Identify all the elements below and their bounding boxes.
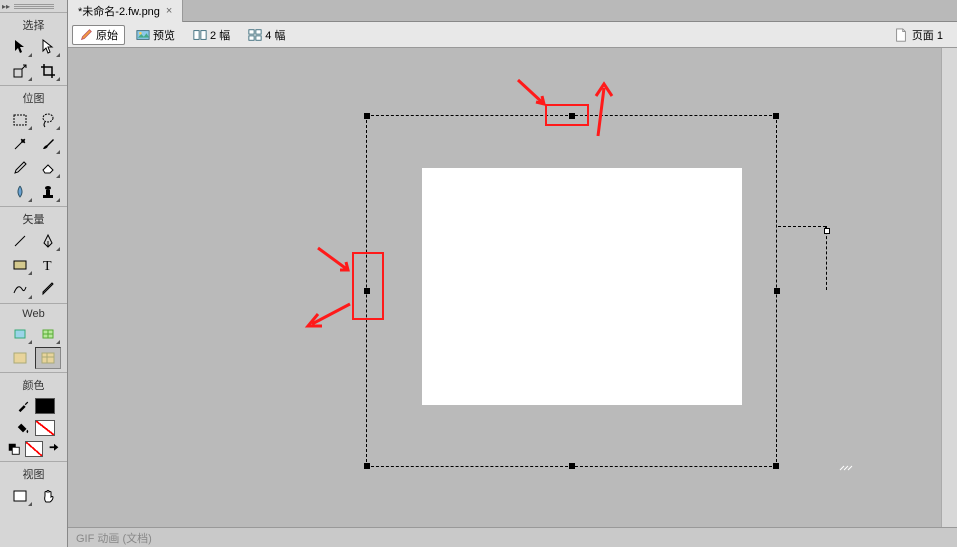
section-view: 视图 — [0, 461, 67, 510]
page-indicator[interactable]: 页面 1 — [912, 27, 943, 43]
magic-wand-tool[interactable] — [7, 133, 33, 155]
selection-marquee-ext-top — [778, 226, 826, 232]
annotation-box-left — [352, 252, 384, 320]
annotation-arrow-left-out — [304, 300, 354, 330]
handle-offset-ne[interactable] — [824, 228, 830, 234]
panel-drag-handle[interactable] — [14, 2, 54, 10]
section-select-label: 选择 — [0, 15, 67, 35]
four-up-icon — [248, 28, 262, 42]
view-preview-label: 预览 — [153, 27, 175, 43]
status-bar: GIF 动画 (文档) — [68, 527, 957, 547]
document-tab-bar: *未命名-2.fw.png × — [68, 0, 957, 22]
canvas-resize-grip[interactable] — [838, 462, 858, 472]
scale-tool[interactable] — [7, 60, 33, 82]
paint-bucket-tool[interactable] — [13, 419, 33, 437]
stroke-color-swatch[interactable] — [35, 398, 55, 414]
handle-sw[interactable] — [364, 463, 370, 469]
view-preview-btn[interactable]: 预览 — [129, 25, 182, 45]
canvas-workspace[interactable] — [68, 48, 957, 527]
section-web: Web — [0, 303, 67, 372]
annotation-arrow-left-in — [316, 246, 356, 276]
vertical-scrollbar[interactable] — [941, 48, 957, 527]
section-web-label: Web — [0, 306, 67, 322]
two-up-icon — [193, 28, 207, 42]
pen-tool[interactable] — [35, 230, 61, 252]
section-color-label: 颜色 — [0, 375, 67, 395]
view-original-label: 原始 — [96, 27, 118, 43]
handle-se[interactable] — [773, 463, 779, 469]
status-text: GIF 动画 (文档) — [76, 530, 152, 546]
hand-tool[interactable] — [35, 485, 61, 507]
pencil-tool[interactable] — [7, 157, 33, 179]
fill-color-swatch[interactable] — [35, 420, 55, 436]
page-icon — [894, 28, 908, 42]
default-colors-btn[interactable] — [5, 441, 23, 457]
view-4up-label: 4 幅 — [265, 27, 285, 43]
selection-marquee[interactable] — [366, 115, 777, 467]
tab-close-icon[interactable]: × — [166, 5, 172, 17]
eraser-tool[interactable] — [35, 157, 61, 179]
brush-tool[interactable] — [35, 133, 61, 155]
svg-text:T: T — [43, 259, 52, 273]
section-bitmap-label: 位图 — [0, 88, 67, 108]
freeform-tool[interactable] — [7, 278, 33, 300]
text-tool[interactable]: T — [35, 254, 61, 276]
marquee-tool[interactable] — [7, 109, 33, 131]
hotspot-tool[interactable] — [7, 323, 33, 345]
subselect-tool[interactable] — [35, 36, 61, 58]
line-tool[interactable] — [7, 230, 33, 252]
handle-e[interactable] — [774, 288, 780, 294]
pointer-tool[interactable] — [7, 36, 33, 58]
selection-marquee-ext-right1 — [821, 226, 827, 290]
no-color-btn[interactable] — [25, 441, 43, 457]
rubber-stamp-tool[interactable] — [35, 181, 61, 203]
view-2up-label: 2 幅 — [210, 27, 230, 43]
knife-tool[interactable] — [35, 278, 61, 300]
image-icon — [136, 28, 150, 42]
document-tab[interactable]: *未命名-2.fw.png × — [68, 0, 183, 22]
view-4up-btn[interactable]: 4 幅 — [241, 25, 292, 45]
eyedropper-tool[interactable] — [13, 397, 33, 415]
handle-ne[interactable] — [773, 113, 779, 119]
section-vector-label: 矢量 — [0, 209, 67, 229]
panel-expand-icon[interactable]: ▸▸ — [2, 2, 10, 11]
crop-tool[interactable] — [35, 60, 61, 82]
view-2up-btn[interactable]: 2 幅 — [186, 25, 237, 45]
handle-s[interactable] — [569, 463, 575, 469]
section-color: 颜色 — [0, 372, 67, 461]
view-original-btn[interactable]: 原始 — [72, 25, 125, 45]
show-slices-tool[interactable] — [35, 347, 61, 369]
lasso-tool[interactable] — [35, 109, 61, 131]
view-switch-bar: 原始 预览 2 幅 4 幅 页面 1 — [68, 22, 957, 48]
handle-nw[interactable] — [364, 113, 370, 119]
section-vector: 矢量 T — [0, 206, 67, 303]
swap-colors-btn[interactable] — [45, 441, 63, 457]
annotation-box-top — [545, 104, 589, 126]
tab-title: *未命名-2.fw.png — [78, 3, 160, 19]
screen-mode-tool[interactable] — [7, 485, 33, 507]
section-bitmap: 位图 — [0, 85, 67, 206]
pencil-icon — [79, 28, 93, 42]
rectangle-tool[interactable] — [7, 254, 33, 276]
tools-panel: ▸▸ 选择 位图 矢量 — [0, 0, 68, 547]
section-view-label: 视图 — [0, 464, 67, 484]
section-select: 选择 — [0, 12, 67, 85]
hide-slices-tool[interactable] — [7, 347, 33, 369]
slice-tool[interactable] — [35, 323, 61, 345]
blur-tool[interactable] — [7, 181, 33, 203]
